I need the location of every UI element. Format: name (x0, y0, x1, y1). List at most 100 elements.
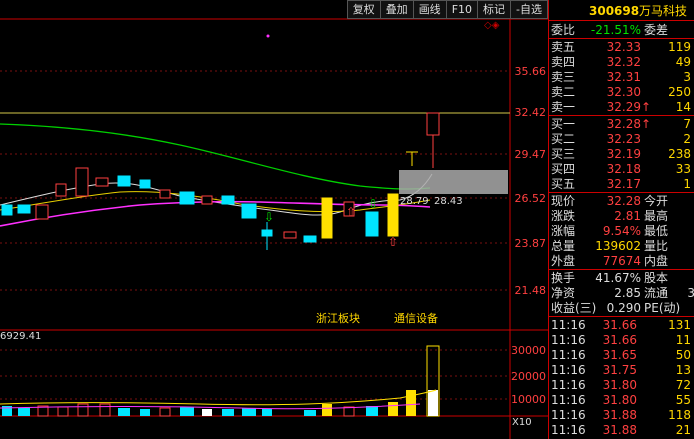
ask-price: 32.29 (606, 100, 641, 114)
bid-label: 买一 (551, 117, 576, 131)
tick-time: 11:16 (551, 333, 586, 347)
ask-row-2[interactable]: 卖二 32.30 250 (549, 84, 694, 100)
f10-button[interactable]: F10 (445, 0, 479, 19)
ask-price: 32.33 (606, 40, 641, 54)
stats-label: 换手 (551, 271, 576, 285)
price-change-pct: 9.54% (602, 224, 641, 238)
tick-price: 31.66 (602, 333, 637, 347)
bid-price: 32.18 (606, 162, 641, 176)
ma-label-b: 28.43 (434, 196, 463, 207)
quote-label: 量比 (644, 239, 669, 253)
quote-label: 内盘 (644, 254, 669, 268)
ask-label: 卖五 (551, 40, 576, 54)
diamond-icon[interactable]: ◇ (484, 20, 492, 31)
svg-text:⇩: ⇩ (368, 197, 378, 211)
volume-axis-label: 10000 (511, 393, 546, 406)
tick-row: 11:16 31.80 72 (549, 377, 694, 393)
up-arrow-icon: ↑ (641, 117, 652, 131)
price-axis-label: 26.52 (514, 192, 547, 205)
ask-price: 32.30 (606, 85, 641, 99)
price-change: 2.81 (614, 209, 641, 223)
pane-index: X10 (512, 417, 532, 428)
ask-label: 卖三 (551, 70, 576, 84)
tick-price: 31.66 (602, 318, 637, 332)
tick-price: 31.80 (602, 393, 637, 407)
bid-row-2[interactable]: 买二 32.23 2 (549, 131, 694, 147)
quote-row-pct: 涨幅 9.54% 最低 (549, 223, 694, 239)
tick-row: 11:16 31.75 13 (549, 362, 694, 378)
tick-volume: 55 (675, 393, 691, 407)
ask-volume: 250 (668, 85, 691, 99)
tick-time: 11:16 (551, 423, 586, 437)
turnover-rate: 41.67% (595, 271, 641, 285)
stats-row-netasset: 净资 2.85 流通 3 (549, 285, 694, 301)
quote-label: 总量 (551, 239, 576, 253)
restore-rights-button[interactable]: 复权 (346, 0, 381, 19)
ask-volume: 49 (675, 55, 691, 69)
chart-toolbar: 复权 叠加 画线 F10 标记 -自选 (346, 0, 548, 19)
price-axis-label: 35.66 (514, 65, 547, 78)
net-asset: 2.85 (614, 286, 641, 300)
tick-volume: 131 (668, 318, 691, 332)
tick-price: 31.80 (602, 378, 637, 392)
tick-volume: 50 (675, 348, 691, 362)
eps: 0.290 (606, 301, 641, 315)
bid-row-5[interactable]: 买五 32.17 1 (549, 176, 694, 192)
diamond-fill-icon[interactable]: ◈ (492, 20, 500, 31)
volume-axis-label: 20000 (511, 370, 546, 383)
bid-label: 买三 (551, 147, 576, 161)
ask-row-3[interactable]: 卖三 32.31 3 (549, 69, 694, 85)
stats-row-turnover: 换手 41.67% 股本 (549, 270, 694, 286)
tick-price: 31.65 (602, 348, 637, 362)
mark-button[interactable]: 标记 (477, 0, 512, 19)
price-axis-label: 23.87 (514, 237, 547, 250)
tick-volume: 13 (675, 363, 691, 377)
stock-name: 万马科技 (639, 4, 688, 18)
weicha-label: 委差 (644, 23, 669, 37)
price-axis-label: 32.42 (514, 106, 547, 119)
industry-annotation[interactable]: 通信设备 (394, 310, 438, 326)
ask-row-1[interactable]: 卖一 32.29 ↑ 14 (549, 99, 694, 115)
window-icons[interactable]: ◇◈ (484, 20, 499, 31)
float-shares: 3 (687, 286, 694, 300)
bid-volume: 238 (668, 147, 691, 161)
svg-text:⇩: ⇩ (264, 210, 274, 224)
tick-row: 11:16 31.66 131 (549, 317, 694, 333)
tick-volume: 21 (675, 423, 691, 437)
price-axis-label: 29.47 (514, 148, 547, 161)
stats-label: 股本 (644, 271, 669, 285)
ma-label-a: 28.79 (400, 196, 429, 207)
bid-label: 买四 (551, 162, 576, 176)
bid-price: 32.17 (606, 177, 641, 191)
sector-annotation[interactable]: 浙江板块 (316, 310, 360, 326)
ask-label: 卖二 (551, 85, 576, 99)
bid-price: 32.23 (606, 132, 641, 146)
outer-volume: 77674 (602, 254, 641, 268)
ask-volume: 14 (675, 100, 691, 114)
ask-row-5[interactable]: 卖五 32.33 119 (549, 39, 694, 55)
quote-label: 涨幅 (551, 224, 576, 238)
price-axis-label: 21.48 (514, 284, 547, 297)
kline-chart[interactable]: ⇩ ⇩ ⇧ ⇧ 复权 叠加 画线 F10 标记 -自选 ◇◈ 35.66 32.… (0, 0, 548, 439)
stats-label: PE(动) (644, 301, 681, 315)
ask-label: 卖四 (551, 55, 576, 69)
bid-label: 买五 (551, 177, 576, 191)
remove-watchlist-button[interactable]: -自选 (510, 0, 548, 19)
bid-row-4[interactable]: 买四 32.18 33 (549, 161, 694, 177)
bid-volume: 7 (683, 117, 691, 131)
ask-label: 卖一 (551, 100, 576, 114)
tick-time: 11:16 (551, 318, 586, 332)
stats-label: 净资 (551, 286, 576, 300)
bid-label: 买二 (551, 132, 576, 146)
draw-line-button[interactable]: 画线 (412, 0, 447, 19)
bid-volume: 33 (675, 162, 691, 176)
bid-row-1[interactable]: 买一 32.28 ↑ 7 (549, 116, 694, 132)
ask-row-4[interactable]: 卖四 32.32 49 (549, 54, 694, 70)
quote-label: 外盘 (551, 254, 576, 268)
tick-price: 31.75 (602, 363, 637, 377)
bid-row-3[interactable]: 买三 32.19 238 (549, 146, 694, 162)
bid-price: 32.28 (606, 117, 641, 131)
overlay-button[interactable]: 叠加 (379, 0, 414, 19)
tick-time: 11:16 (551, 378, 586, 392)
kline-canvas: ⇩ ⇩ ⇧ ⇧ (0, 18, 548, 439)
